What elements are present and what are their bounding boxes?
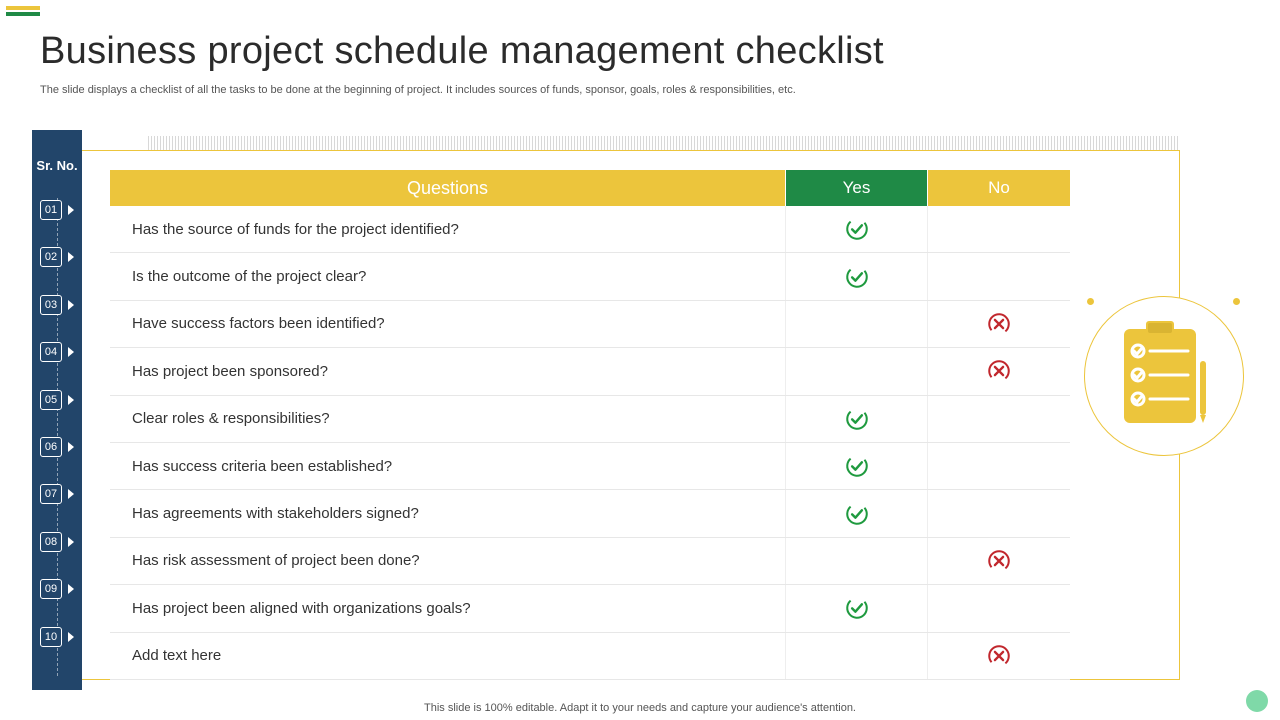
- rail-number: 01: [40, 200, 62, 220]
- table-row: Clear roles & responsibilities?: [110, 396, 1070, 443]
- no-cell: [928, 396, 1070, 442]
- yes-cell: [786, 490, 928, 536]
- rail-number: 06: [40, 437, 62, 457]
- table-row: Has project been aligned with organizati…: [110, 585, 1070, 632]
- question-cell: Has the source of funds for the project …: [110, 206, 786, 252]
- yes-cell: [786, 348, 928, 394]
- no-cell: [928, 490, 1070, 536]
- chevron-right-icon: [68, 205, 74, 215]
- page-subtitle: The slide displays a checklist of all th…: [40, 84, 796, 96]
- question-cell: Have success factors been identified?: [110, 301, 786, 347]
- yes-cell: [786, 206, 928, 252]
- accent-bar-green: [6, 12, 40, 16]
- rail-number: 09: [40, 579, 62, 599]
- hatch-strip: [148, 136, 1178, 150]
- chevron-right-icon: [68, 252, 74, 262]
- header-yes: Yes: [786, 170, 928, 206]
- question-cell: Add text here: [110, 633, 786, 679]
- question-cell: Has agreements with stakeholders signed?: [110, 490, 786, 536]
- question-cell: Is the outcome of the project clear?: [110, 253, 786, 299]
- left-rail: Sr. No. 01 02 03 04 05 06 07 08 09 10: [32, 130, 82, 690]
- rail-number: 04: [40, 342, 62, 362]
- no-cell: [928, 348, 1070, 394]
- table-row: Has risk assessment of project been done…: [110, 538, 1070, 585]
- page-title: Business project schedule management che…: [40, 30, 884, 73]
- no-cell: [928, 443, 1070, 489]
- page-indicator-dot: [1246, 690, 1268, 712]
- accent-stripes: [6, 6, 40, 16]
- chevron-right-icon: [68, 632, 74, 642]
- table-row: Add text here: [110, 633, 1070, 680]
- arc-dot: [1233, 298, 1240, 305]
- yes-cell: [786, 443, 928, 489]
- question-cell: Clear roles & responsibilities?: [110, 396, 786, 442]
- rail-number: 07: [40, 484, 62, 504]
- question-cell: Has risk assessment of project been done…: [110, 538, 786, 584]
- rail-number: 05: [40, 390, 62, 410]
- rail-number: 10: [40, 627, 62, 647]
- footnote: This slide is 100% editable. Adapt it to…: [0, 702, 1280, 714]
- chevron-right-icon: [68, 347, 74, 357]
- no-cell: [928, 253, 1070, 299]
- checklist-table: Questions Yes No Has the source of funds…: [110, 170, 1070, 680]
- no-cell: [928, 538, 1070, 584]
- yes-cell: [786, 585, 928, 631]
- no-cell: [928, 301, 1070, 347]
- clipboard-badge: [1084, 296, 1244, 456]
- yes-cell: [786, 538, 928, 584]
- no-cell: [928, 633, 1070, 679]
- table-header: Questions Yes No: [110, 170, 1070, 206]
- yes-cell: [786, 301, 928, 347]
- question-cell: Has project been aligned with organizati…: [110, 585, 786, 631]
- chevron-right-icon: [68, 537, 74, 547]
- table-row: Has project been sponsored?: [110, 348, 1070, 395]
- chevron-right-icon: [68, 489, 74, 499]
- table-row: Has the source of funds for the project …: [110, 206, 1070, 253]
- yes-cell: [786, 396, 928, 442]
- clipboard-icon: [1116, 321, 1212, 431]
- question-cell: Has project been sponsored?: [110, 348, 786, 394]
- chevron-right-icon: [68, 442, 74, 452]
- srno-label: Sr. No.: [32, 158, 82, 173]
- table-row: Have success factors been identified?: [110, 301, 1070, 348]
- table-row: Has agreements with stakeholders signed?: [110, 490, 1070, 537]
- yes-cell: [786, 253, 928, 299]
- arc-dot: [1087, 298, 1094, 305]
- rail-number: 03: [40, 295, 62, 315]
- table-row: Is the outcome of the project clear?: [110, 253, 1070, 300]
- rail-number: 08: [40, 532, 62, 552]
- header-questions: Questions: [110, 170, 786, 206]
- accent-bar-gold: [6, 6, 40, 10]
- chevron-right-icon: [68, 584, 74, 594]
- no-cell: [928, 206, 1070, 252]
- table-row: Has success criteria been established?: [110, 443, 1070, 490]
- rail-number: 02: [40, 247, 62, 267]
- header-no: No: [928, 170, 1070, 206]
- no-cell: [928, 585, 1070, 631]
- chevron-right-icon: [68, 300, 74, 310]
- question-cell: Has success criteria been established?: [110, 443, 786, 489]
- yes-cell: [786, 633, 928, 679]
- chevron-right-icon: [68, 395, 74, 405]
